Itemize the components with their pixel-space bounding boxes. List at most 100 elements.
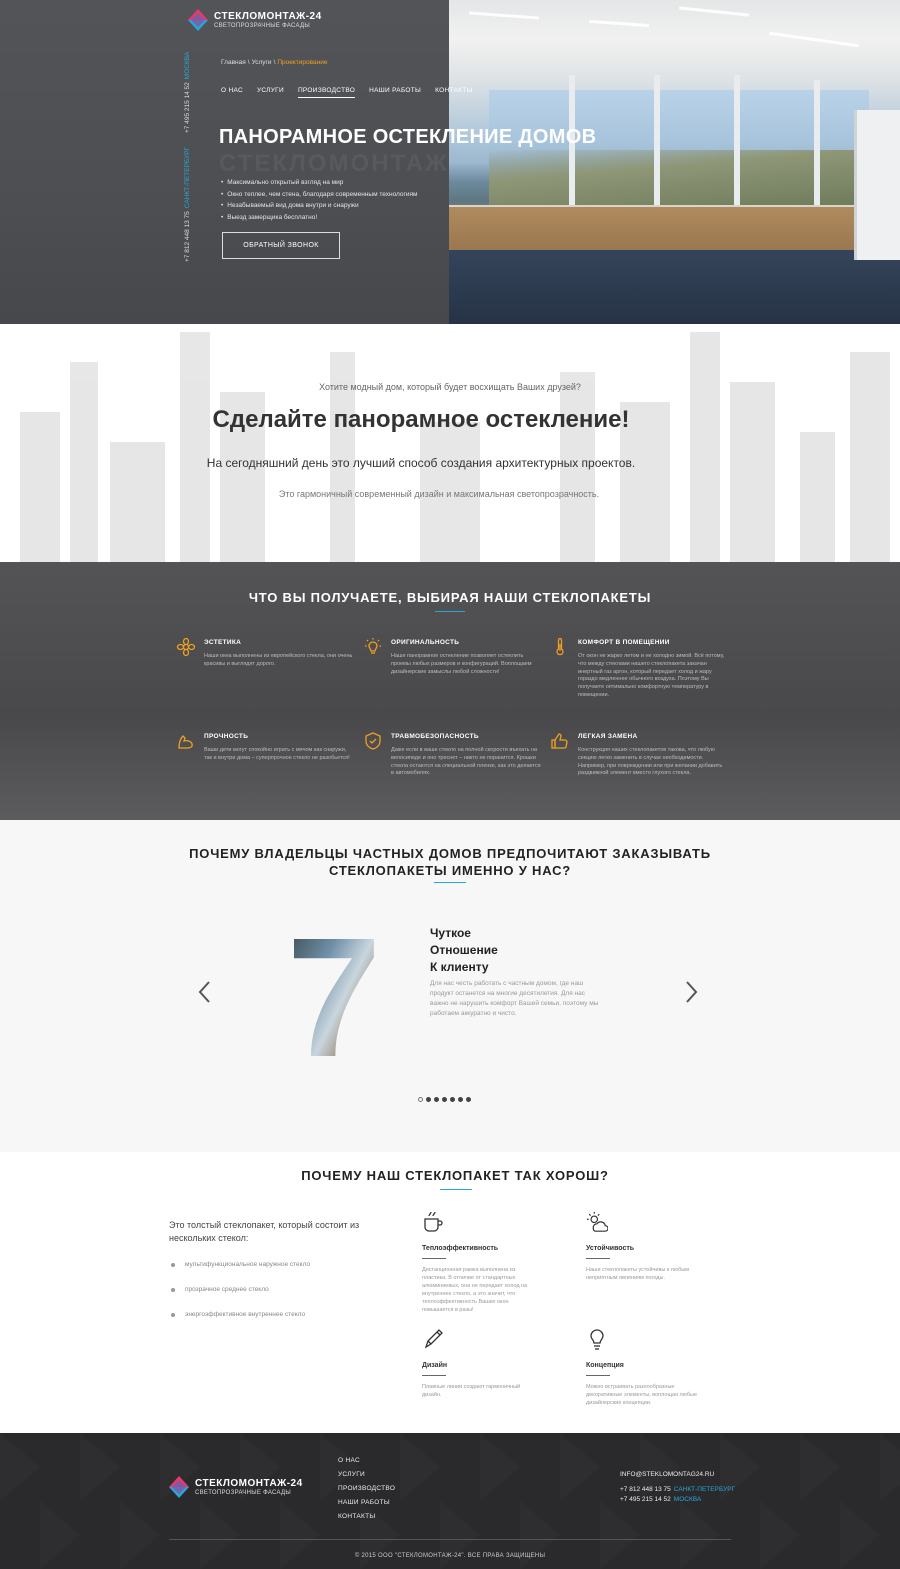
benefit-item: Теплоэффективность Дистанционная рамка в… [422,1210,540,1314]
slide-text: Для нас честь работать с частным домом, … [430,980,599,1017]
nav-item-production[interactable]: ПРОИЗВОДСТВО [297,87,356,98]
hero-bullet: Окно теплее, чем стена, благодаря соврем… [221,189,417,201]
breadcrumb-current: Проектирование [277,59,328,66]
why-us-title-line: ПОЧЕМУ ВЛАДЕЛЬЦЫ ЧАСТНЫХ ДОМОВ ПРЕДПОЧИТ… [189,846,711,861]
nav-item-services[interactable]: УСЛУГИ [257,87,284,98]
why-us-title: ПОЧЕМУ ВЛАДЕЛЬЦЫ ЧАСТНЫХ ДОМОВ ПРЕДПОЧИТ… [0,845,900,879]
footer-triangle-pattern [0,1433,900,1569]
feature-item: ЛЕГКАЯ ЗАМЕНА Конструкция наших стеклопа… [551,733,728,778]
feature-item: ЭСТЕТИКА Наши окна выполнены из европейс… [176,637,354,669]
title-underline [440,1189,472,1190]
slide-title: Чуткое Отношение К клиенту [430,925,498,976]
hero-title: ПАНОРАМНОЕ ОСТЕКЛЕНИЕ ДОМОВ [219,126,597,148]
footer-nav-services[interactable]: УСЛУГИ [338,1468,395,1482]
phone-number: +7 812 448 13 75 [184,211,191,262]
features-section: ЧТО ВЫ ПОЛУЧАЕТЕ, ВЫБИРАЯ НАШИ СТЕКЛОПАК… [0,562,900,820]
hero-bullet: Незабываемый вид дома внутри и снаружи [221,200,418,212]
phone-moscow[interactable]: +7 495 215 14 52 МОСКВА [184,52,191,133]
benefit-item: Концепция Можно встраивать разнообразные… [586,1327,704,1407]
phone-city: МОСКВА [673,1496,702,1503]
feature-title: ПРОЧНОСТЬ [204,733,249,740]
phone-city: САНКТ-ПЕТЕРБУРГ [673,1486,736,1493]
hero-bullets: Максимально открытый взгляд на мир Окно … [221,177,418,224]
bulb-icon [365,638,381,654]
footer-email[interactable]: INFO@STEKLOMONTAG24.RU [620,1470,735,1480]
hero-bullet: Выезд замерщика бесплатно! [221,212,418,224]
feature-text: Наше панорамное остекление позволяет ост… [391,653,532,675]
benefit-text: Дистанционная рамка выполнена из пластик… [422,1267,528,1313]
slider-dot[interactable] [450,1097,455,1102]
feature-title: ОРИГИНАЛЬНОСТЬ [391,639,460,646]
slide-number: 7 [287,928,382,1060]
footer-nav-works[interactable]: НАШИ РАБОТЫ [338,1496,395,1510]
footer-nav-contacts[interactable]: КОНТАКТЫ [338,1510,395,1524]
intro-subtitle: На сегодняшний день это лучший способ со… [206,456,636,470]
callback-button[interactable]: ОБРАТНЫЙ ЗВОНОК [222,232,340,259]
breadcrumb: Главная \ Услуги \ Проектирование [221,59,327,66]
slider-dot[interactable] [426,1097,431,1102]
quality-section: ПОЧЕМУ НАШ СТЕКЛОПАКЕТ ТАК ХОРОШ? Это то… [0,1152,900,1433]
logo-icon [188,9,208,31]
logo-name: СТЕКЛОМОНТАЖ-24 [214,10,322,22]
phone-number: +7 495 215 14 52 [620,1496,671,1503]
hero-bullet: Максимально открытый взгляд на мир [221,177,418,189]
quality-intro: Это толстый стеклопакет, который состоит… [169,1220,360,1243]
benefit-item: Устойчивость Наши стеклопакеты устойчивы… [586,1210,704,1282]
list-item-label: мультифункциональное наружное стекло [185,1261,311,1268]
chevron-left-icon[interactable] [197,980,213,1004]
benefit-text: Наши стеклопакеты устойчивы к любым непр… [586,1267,690,1281]
feature-text: Наши окна выполнены из европейского стек… [204,653,353,667]
breadcrumb-services[interactable]: Услуги [252,59,272,66]
logo-name: СТЕКЛОМОНТАЖ-24 [195,1477,303,1489]
chevron-right-icon[interactable] [683,980,699,1004]
glass-layers-list: мультифункциональное наружное стекло про… [169,1261,310,1336]
phone-number: +7 812 448 13 75 [620,1486,671,1493]
feature-item: КОМФОРТ В ПОМЕЩЕНИИ От окон не жарко лет… [556,637,728,700]
benefit-title: Устойчивость [586,1245,635,1252]
footer: СТЕКЛОМОНТАЖ-24 СВЕТОПРОЗРАЧНЫЕ ФАСАДЫ О… [0,1433,900,1569]
feature-title: ТРАВМОБЕЗОПАСНОСТЬ [391,733,479,740]
breadcrumb-separator: \ [247,59,250,66]
hero-watermark: СТЕКЛОМОНТАЖ [219,150,449,177]
shield-icon [365,732,381,750]
intro-question: Хотите модный дом, который будет восхища… [319,382,581,392]
header-logo[interactable]: СТЕКЛОМОНТАЖ-24 СВЕТОПРОЗРАЧНЫЕ ФАСАДЫ [188,9,322,31]
footer-phone[interactable]: +7 812 448 13 75 САНКТ-ПЕТЕРБУРГ [620,1485,735,1495]
cup-icon [424,1211,443,1232]
intro-text: Это гармоничный современный дизайн и мак… [278,489,600,499]
weather-icon [586,1211,609,1232]
feature-title: КОМФОРТ В ПОМЕЩЕНИИ [578,639,670,646]
logo-tagline: СВЕТОПРОЗРАЧНЫЕ ФАСАДЫ [214,22,310,29]
footer-phone[interactable]: +7 495 215 14 52 МОСКВА [620,1495,735,1505]
nav-item-about[interactable]: О НАС [221,87,243,98]
phone-spb[interactable]: +7 812 448 13 75 САНКТ-ПЕТЕРБУРГ [184,147,191,262]
feature-title: ЭСТЕТИКА [204,639,242,646]
footer-logo[interactable]: СТЕКЛОМОНТАЖ-24 СВЕТОПРОЗРАЧНЫЕ ФАСАДЫ [169,1476,303,1498]
feature-text: Конструкция наших стеклопакетов такова, … [578,747,723,777]
nav-item-contacts[interactable]: КОНТАКТЫ [435,87,472,98]
nav-item-works[interactable]: НАШИ РАБОТЫ [369,87,421,98]
logo-icon [169,1476,189,1498]
footer-copyright: © 2015 ООО "СТЕКЛОМОНТАЖ-24". ВСЕ ПРАВА … [354,1553,546,1559]
feature-text: Ваши дети могут спокойно играть с мячом … [204,747,350,761]
footer-nav-production[interactable]: ПРОИЗВОДСТВО [338,1482,395,1496]
breadcrumb-home[interactable]: Главная [221,59,246,66]
slider-pagination [418,1097,471,1102]
list-item-label: энергоэффективное внутреннее стекло [185,1311,306,1318]
footer-nav: О НАС УСЛУГИ ПРОИЗВОДСТВО НАШИ РАБОТЫ КО… [338,1454,395,1524]
benefit-title: Концепция [586,1362,624,1369]
slider-dot[interactable] [434,1097,439,1102]
footer-nav-about[interactable]: О НАС [338,1454,395,1468]
footer-divider [169,1539,731,1540]
slider-dot[interactable] [458,1097,463,1102]
lightbulb-icon [590,1329,604,1350]
breadcrumb-separator: \ [273,59,276,66]
main-nav: О НАС УСЛУГИ ПРОИЗВОДСТВО НАШИ РАБОТЫ КО… [221,87,473,98]
benefit-text: Плавные линии создают гармоничный дизайн… [422,1384,521,1398]
slider-dot[interactable] [418,1097,423,1102]
why-us-title-line: СТЕКЛОПАКЕТЫ ИМЕННО У НАС? [328,863,572,878]
slide-title-line: Отношение [430,943,498,957]
slide-title-line: Чуткое [430,926,471,940]
slider-dot[interactable] [466,1097,471,1102]
slider-dot[interactable] [442,1097,447,1102]
